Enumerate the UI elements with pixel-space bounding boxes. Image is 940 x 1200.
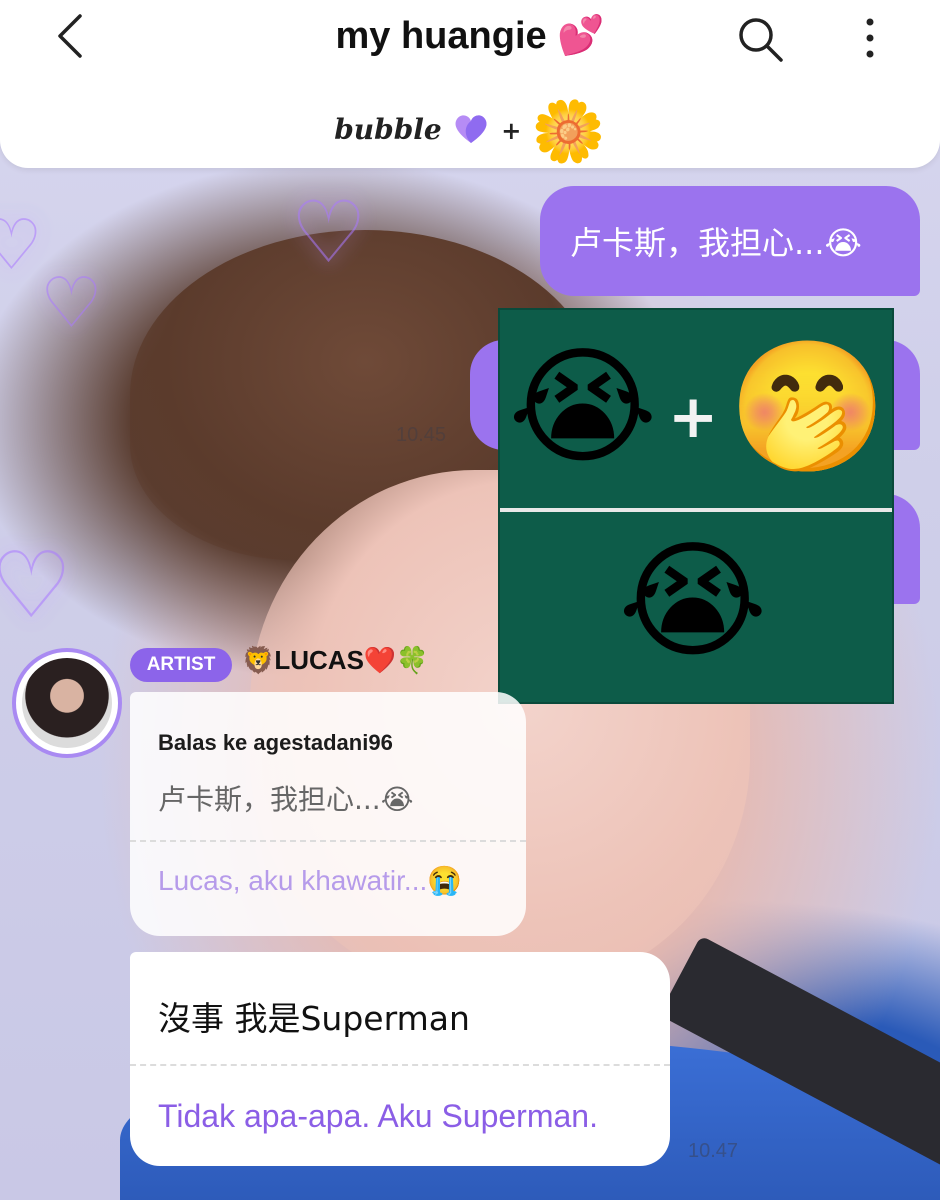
bubble-heart-icon xyxy=(451,111,491,152)
shy-face-icon: 🤭 xyxy=(728,333,888,482)
heart-decoration-icon: ♡ xyxy=(40,262,103,344)
outgoing-message-bubble[interactable]: 卢卡斯，我担心...😭 xyxy=(540,186,920,296)
artist-badge: ARTIST xyxy=(130,648,232,682)
message-text: 卢卡斯，我担心...😭 xyxy=(570,224,862,262)
message-timestamp: 10.47 xyxy=(688,1140,739,1162)
heart-decoration-icon: ♡ xyxy=(0,204,43,286)
heart-decoration-icon: ♡ xyxy=(290,183,368,283)
heart-decoration-icon: ♡ xyxy=(0,532,73,639)
artist-name: 🦁LUCAS❤️🍀 xyxy=(242,645,429,675)
message-translation: Tidak apa-apa. Aku Superman. xyxy=(158,1098,598,1134)
reply-translation: Lucas, aku khawatir...😭 xyxy=(158,865,463,896)
artist-reply-bubble[interactable]: Balas ke agestadani96 卢卡斯，我担心...😭 Lucas,… xyxy=(130,692,526,936)
dashed-divider xyxy=(130,840,526,842)
search-icon[interactable] xyxy=(735,14,785,64)
more-vertical-icon[interactable] xyxy=(858,16,882,60)
bubble-logo-text: bubble xyxy=(334,113,442,146)
meme-divider xyxy=(500,508,892,512)
dashed-divider xyxy=(130,1064,670,1066)
header-subtitle: bubble + 🌼 xyxy=(0,96,940,167)
crying-face-icon: 😭 xyxy=(508,333,658,482)
meme-plus: + xyxy=(668,382,719,452)
crying-shy-face-icon: 😭 xyxy=(618,527,768,676)
subtitle-plus: + xyxy=(501,116,522,145)
chat-header: my huangie 💕 bubble + 🌼 xyxy=(0,0,940,168)
daisy-icon: 🌼 xyxy=(531,97,606,167)
avatar[interactable] xyxy=(12,648,122,758)
message-text: 沒事 我是Superman xyxy=(158,999,470,1038)
reply-quote-text: 卢卡斯，我担心...😭 xyxy=(158,783,414,816)
chat-title: my huangie 💕 xyxy=(335,15,605,57)
artist-message-bubble[interactable]: 沒事 我是Superman Tidak apa-apa. Aku Superma… xyxy=(130,952,670,1166)
message-timestamp: 10.45 xyxy=(396,424,447,446)
emoji-meme-image: 😭 + 🤭 😭 xyxy=(498,308,894,704)
avatar-photo xyxy=(22,658,112,748)
reply-to-label: Balas ke agestadani96 xyxy=(158,730,393,755)
